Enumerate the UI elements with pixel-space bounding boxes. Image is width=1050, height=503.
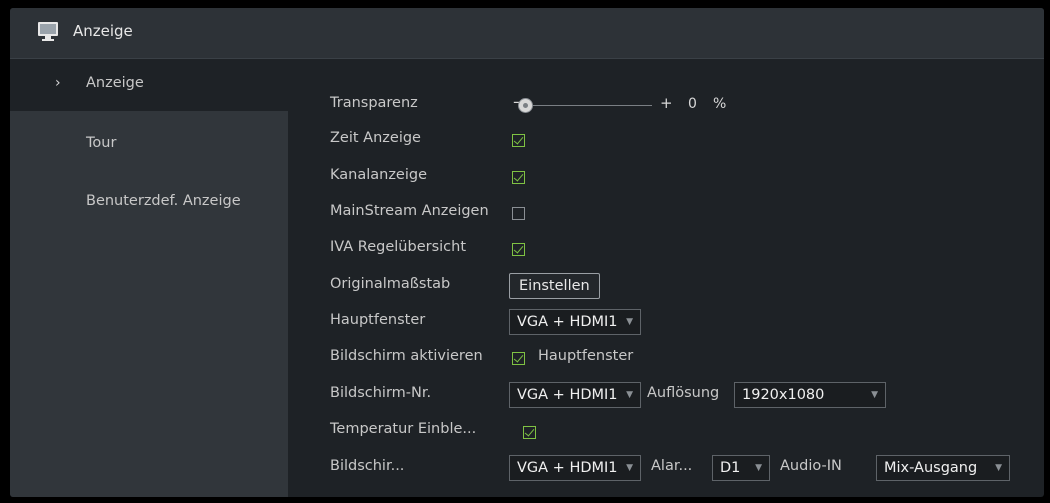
mainstream-display-checkbox[interactable] — [512, 207, 525, 220]
chevron-down-icon: ▼ — [626, 463, 633, 473]
transparency-slider-track[interactable] — [532, 105, 652, 106]
channel-display-row: Kanalanzeige — [288, 160, 1044, 194]
transparency-row: Transparenz – + 0 % — [288, 88, 1044, 122]
settings-form: Transparenz – + 0 % Zeit Anzeige Kanalan… — [288, 59, 1044, 497]
screen-output-label: Bildschir... — [330, 458, 405, 474]
transparency-unit: % — [713, 96, 727, 112]
original-scale-label: Originalmaßstab — [330, 276, 451, 292]
channel-display-label: Kanalanzeige — [330, 167, 428, 183]
screen-enable-checkbox[interactable] — [512, 352, 525, 365]
resolution-value: 1920x1080 — [742, 387, 825, 403]
resolution-select[interactable]: 1920x1080 ▼ — [734, 382, 886, 408]
transparency-value: 0 — [688, 96, 697, 112]
temperature-row: Temperatur Einble... — [288, 414, 1044, 448]
audio-in-label: Audio-IN — [780, 458, 842, 474]
screen-output-value: VGA + HDMI1 — [517, 460, 618, 476]
iva-overview-row: IVA Regelübersicht — [288, 232, 1044, 266]
screen-number-label: Bildschirm-Nr. — [330, 385, 432, 401]
alarm-value: D1 — [720, 460, 741, 476]
main-window-row: Hauptfenster VGA + HDMI1 ▼ — [288, 305, 1044, 339]
set-button[interactable]: Einstellen — [509, 273, 600, 299]
settings-window: Anzeige › Anzeige Tour Benuterzdef. Anze… — [10, 8, 1044, 497]
iva-overview-checkbox[interactable] — [512, 243, 525, 256]
screen-number-value: VGA + HDMI1 — [517, 387, 618, 403]
screen-enable-label: Bildschirm aktivieren — [330, 348, 483, 364]
temperature-label: Temperatur Einble... — [330, 421, 477, 437]
channel-display-checkbox[interactable] — [512, 171, 525, 184]
chevron-down-icon: ▼ — [755, 463, 762, 473]
sidebar-item-label: Tour — [86, 135, 117, 151]
chevron-right-icon: › — [55, 75, 61, 91]
resolution-label: Auflösung — [647, 385, 720, 401]
mainstream-display-row: MainStream Anzeigen — [288, 196, 1044, 230]
transparency-label: Transparenz — [330, 95, 418, 111]
original-scale-row: Originalmaßstab Einstellen — [288, 269, 1044, 303]
sidebar-item-anzeige[interactable]: › Anzeige — [10, 59, 288, 111]
chevron-down-icon: ▼ — [626, 390, 633, 400]
iva-overview-label: IVA Regelübersicht — [330, 239, 467, 255]
transparency-slider-handle[interactable] — [519, 99, 532, 112]
slider-increase-button[interactable]: + — [660, 94, 673, 112]
main-window-value: VGA + HDMI1 — [517, 314, 618, 330]
screen-enable-row: Bildschirm aktivieren Hauptfenster — [288, 341, 1044, 375]
time-display-label: Zeit Anzeige — [330, 130, 421, 146]
alarm-select[interactable]: D1 ▼ — [712, 455, 770, 481]
chevron-down-icon: ▼ — [626, 317, 633, 327]
mainstream-display-label: MainStream Anzeigen — [330, 203, 489, 219]
title-bar: Anzeige — [10, 8, 1044, 59]
screen-number-row: Bildschirm-Nr. VGA + HDMI1 ▼ Auflösung 1… — [288, 378, 1044, 412]
screen-enable-option-label: Hauptfenster — [538, 348, 634, 364]
window-title: Anzeige — [73, 22, 133, 40]
sidebar: › Anzeige Tour Benuterzdef. Anzeige — [10, 59, 288, 497]
alarm-label: Alar... — [651, 458, 693, 474]
sidebar-item-label: Benuterzdef. Anzeige — [86, 193, 241, 209]
sidebar-item-label: Anzeige — [86, 75, 144, 91]
screen-number-select[interactable]: VGA + HDMI1 ▼ — [509, 382, 641, 408]
audio-in-value: Mix-Ausgang — [884, 460, 978, 476]
audio-in-select[interactable]: Mix-Ausgang ▼ — [876, 455, 1010, 481]
chevron-down-icon: ▼ — [871, 390, 878, 400]
temperature-checkbox[interactable] — [523, 426, 536, 439]
main-window-label: Hauptfenster — [330, 312, 426, 328]
screen-output-row: Bildschir... VGA + HDMI1 ▼ Alar... D1 ▼ … — [288, 451, 1044, 485]
sidebar-item-tour[interactable]: Tour — [10, 119, 288, 171]
time-display-row: Zeit Anzeige — [288, 123, 1044, 157]
screen-output-select[interactable]: VGA + HDMI1 ▼ — [509, 455, 641, 481]
time-display-checkbox[interactable] — [512, 134, 525, 147]
monitor-icon — [38, 22, 58, 41]
sidebar-item-custom-display[interactable]: Benuterzdef. Anzeige — [10, 177, 288, 229]
main-window-select[interactable]: VGA + HDMI1 ▼ — [509, 309, 641, 335]
chevron-down-icon: ▼ — [995, 463, 1002, 473]
